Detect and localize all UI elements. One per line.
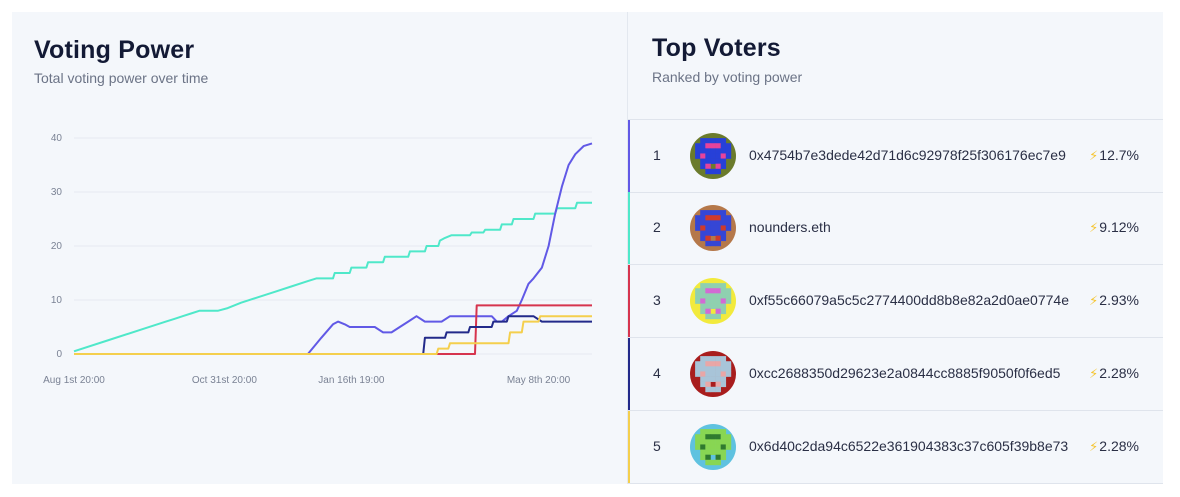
voter-color-bar — [628, 120, 630, 192]
lightning-icon: ⚡ — [1089, 293, 1099, 308]
voter-power: ⚡2.93% — [1089, 292, 1139, 309]
y-tick-label: 0 — [56, 349, 62, 360]
voter-color-bar — [628, 265, 630, 337]
series-line-4 — [74, 315, 592, 355]
voter-power: ⚡2.28% — [1089, 365, 1139, 382]
voter-avatar — [690, 133, 736, 179]
voter-name[interactable]: nounders.eth — [749, 219, 831, 235]
series-line-1 — [73, 201, 592, 353]
x-tick-label: Oct 31st 20:00 — [192, 375, 257, 386]
voter-power: ⚡9.12% — [1089, 219, 1139, 236]
voter-avatar — [690, 424, 736, 470]
series-line-2 — [74, 142, 593, 355]
top-voters-title: Top Voters — [652, 34, 781, 62]
voter-avatar — [690, 278, 736, 324]
voter-name[interactable]: 0x6d40c2da94c6522e361904383c37c605f39b8e… — [749, 438, 1068, 454]
voter-row[interactable]: 1 0x4754b7e3dede42d71d6c92978f25f306176ec… — [628, 119, 1163, 193]
voter-power-value: 2.28% — [1099, 438, 1139, 454]
voter-row[interactable]: 2 nounders.eth ⚡9.12% — [628, 192, 1163, 265]
voter-rank: 5 — [653, 438, 661, 454]
x-tick-label: Aug 1st 20:00 — [43, 375, 105, 386]
voter-avatar — [690, 205, 736, 251]
y-tick-label: 30 — [51, 187, 63, 198]
lightning-icon: ⚡ — [1089, 220, 1099, 235]
x-tick-label: Jan 16th 19:00 — [318, 375, 385, 386]
voter-rank: 1 — [653, 147, 661, 163]
y-tick-label: 10 — [51, 295, 63, 306]
voter-rank: 2 — [653, 219, 661, 235]
lightning-icon: ⚡ — [1089, 366, 1099, 381]
voter-avatar — [690, 351, 736, 397]
lightning-icon: ⚡ — [1089, 148, 1099, 163]
voter-color-bar — [628, 192, 630, 264]
voter-name[interactable]: 0xcc2688350d29623e2a0844cc8885f9050f0f6e… — [749, 365, 1060, 381]
voter-power-value: 12.7% — [1099, 147, 1139, 163]
voter-name[interactable]: 0xf55c66079a5c5c2774400dd8b8e82a2d0ae077… — [749, 292, 1069, 308]
lightning-icon: ⚡ — [1089, 439, 1099, 454]
y-tick-label: 40 — [51, 133, 63, 144]
voter-rank: 4 — [653, 365, 661, 381]
series-line-5 — [74, 315, 592, 355]
voter-rank: 3 — [653, 292, 661, 308]
voting-power-chart: 0 10 20 30 40 Aug 1st 20:00 Oct 31st 20:00 Jan … — [43, 133, 593, 386]
voter-color-bar — [628, 338, 630, 410]
voter-power-value: 2.93% — [1099, 292, 1139, 308]
voter-row[interactable]: 5 0x6d40c2da94c6522e361904383c37c605f39b8… — [628, 411, 1163, 484]
voter-power: ⚡2.28% — [1089, 438, 1139, 455]
voting-dashboard: Voting Power Total voting power over tim… — [12, 12, 1163, 484]
voter-color-bar — [628, 411, 630, 483]
voter-row[interactable]: 3 0xf55c66079a5c5c2774400dd8b8e82a2d0ae07… — [628, 265, 1163, 338]
top-voters-panel: Top Voters Ranked by voting power 1 0x475… — [628, 12, 1163, 484]
voter-power: ⚡12.7% — [1089, 147, 1139, 164]
voting-power-panel: Voting Power Total voting power over tim… — [12, 12, 627, 484]
y-tick-label: 20 — [51, 241, 63, 252]
voter-name[interactable]: 0x4754b7e3dede42d71d6c92978f25f306176ec7… — [749, 147, 1066, 163]
voter-power-value: 2.28% — [1099, 365, 1139, 381]
voter-row[interactable]: 4 0xcc2688350d29623e2a0844cc8885f9050f0f6… — [628, 338, 1163, 411]
voter-power-value: 9.12% — [1099, 219, 1139, 235]
x-tick-label: May 8th 20:00 — [507, 375, 571, 386]
top-voters-subtitle: Ranked by voting power — [652, 69, 803, 85]
